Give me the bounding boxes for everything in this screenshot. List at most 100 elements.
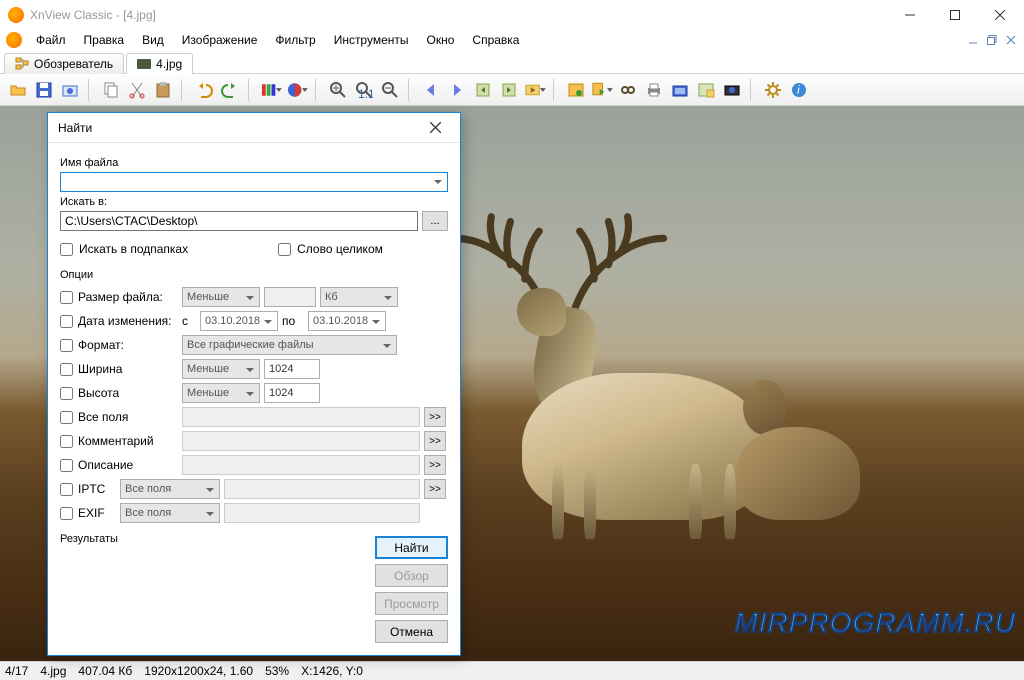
redo-button[interactable] [218,78,242,102]
comment-checkbox[interactable] [60,435,73,448]
browse-results-button[interactable]: Обзор [375,564,448,587]
menu-edit[interactable]: Правка [76,31,133,49]
cut-button[interactable] [125,78,149,102]
filesize-label: Размер файла: [78,290,163,304]
next-page-button[interactable] [497,78,521,102]
iptc-checkbox[interactable] [60,483,73,496]
path-input[interactable] [60,211,418,231]
recurse-checkbox[interactable] [60,243,73,256]
next-file-button[interactable] [445,78,469,102]
zoom-in-button[interactable] [326,78,350,102]
menu-file[interactable]: Файл [28,31,74,49]
find-button[interactable] [616,78,640,102]
screenshot-button[interactable] [720,78,744,102]
view-result-button[interactable]: Просмотр [375,592,448,615]
iptc-more-button[interactable]: >> [424,479,446,499]
format-checkbox[interactable] [60,339,73,352]
convert-button[interactable] [590,78,614,102]
options-label: Опции [60,269,448,281]
dialog-close-button[interactable] [420,113,450,143]
allfields-checkbox[interactable] [60,411,73,424]
mdi-minimize-button[interactable] [965,34,980,47]
browse-path-button[interactable]: ... [422,211,448,231]
zoom-out-button[interactable] [378,78,402,102]
prev-page-button[interactable] [471,78,495,102]
height-checkbox[interactable] [60,387,73,400]
width-checkbox[interactable] [60,363,73,376]
filesize-op-select[interactable]: Меньше [182,287,260,307]
exif-label: EXIF [78,506,105,520]
dialog-title: Найти [58,121,92,135]
save-button[interactable] [32,78,56,102]
menu-help[interactable]: Справка [464,31,527,49]
description-label: Описание [78,458,133,472]
zoom-actual-button[interactable]: 1:1 [352,78,376,102]
find-button[interactable]: Найти [375,536,448,559]
menubar: Файл Правка Вид Изображение Фильтр Инстр… [0,30,1024,50]
acquire-button[interactable] [58,78,82,102]
wholeword-checkbox[interactable] [278,243,291,256]
main-toolbar: 1:1 i [0,74,1024,106]
date-to-input[interactable]: 03.10.2018 [308,311,386,331]
description-more-button[interactable]: >> [424,455,446,475]
levels-button[interactable] [259,78,283,102]
height-op-select[interactable]: Меньше [182,383,260,403]
tab-file[interactable]: 4.jpg [126,53,193,74]
maximize-button[interactable] [932,0,977,30]
slideshow-button[interactable] [523,78,547,102]
width-op-select[interactable]: Меньше [182,359,260,379]
allfields-input[interactable] [182,407,420,427]
menu-window[interactable]: Окно [419,31,463,49]
format-select[interactable]: Все графические файлы [182,335,397,355]
height-label: Высота [78,386,119,400]
app-icon [8,7,24,23]
close-button[interactable] [977,0,1022,30]
menu-tools[interactable]: Инструменты [326,31,417,49]
browse-button[interactable] [564,78,588,102]
open-button[interactable] [6,78,30,102]
copy-button[interactable] [99,78,123,102]
allfields-more-button[interactable]: >> [424,407,446,427]
exif-field-select[interactable]: Все поля [120,503,220,523]
status-coords: X:1426, Y:0 [301,664,363,678]
menu-image[interactable]: Изображение [174,31,266,49]
filesize-unit-select[interactable]: Кб [320,287,398,307]
iptc-field-select[interactable]: Все поля [120,479,220,499]
menu-view[interactable]: Вид [134,31,172,49]
scan-button[interactable] [668,78,692,102]
height-value-input[interactable]: 1024 [264,383,320,403]
print-button[interactable] [642,78,666,102]
iptc-input[interactable] [224,479,420,499]
filter-button[interactable] [285,78,309,102]
tab-browser[interactable]: Обозреватель [4,53,124,74]
filesize-value-input[interactable] [264,287,316,307]
capture-button[interactable] [694,78,718,102]
comment-label: Комментарий [78,434,154,448]
info-button[interactable]: i [787,78,811,102]
paste-button[interactable] [151,78,175,102]
width-value-input[interactable]: 1024 [264,359,320,379]
filesize-checkbox[interactable] [60,291,73,304]
date-from-input[interactable]: 03.10.2018 [200,311,278,331]
app-icon-small [6,32,22,48]
comment-more-button[interactable]: >> [424,431,446,451]
mdi-close-button[interactable] [1003,34,1018,47]
comment-input[interactable] [182,431,420,451]
prev-file-button[interactable] [419,78,443,102]
minimize-button[interactable] [887,0,932,30]
exif-checkbox[interactable] [60,507,73,520]
menu-filter[interactable]: Фильтр [267,31,323,49]
mdi-restore-button[interactable] [984,34,999,47]
modified-label: Дата изменения: [78,314,172,328]
filename-label: Имя файла [60,157,448,169]
description-checkbox[interactable] [60,459,73,472]
modified-checkbox[interactable] [60,315,73,328]
from-label: с [182,314,196,328]
cancel-button[interactable]: Отмена [375,620,448,643]
description-input[interactable] [182,455,420,475]
settings-button[interactable] [761,78,785,102]
exif-input[interactable] [224,503,420,523]
undo-button[interactable] [192,78,216,102]
filename-input[interactable] [60,172,448,192]
document-tabs: Обозреватель 4.jpg [0,50,1024,74]
